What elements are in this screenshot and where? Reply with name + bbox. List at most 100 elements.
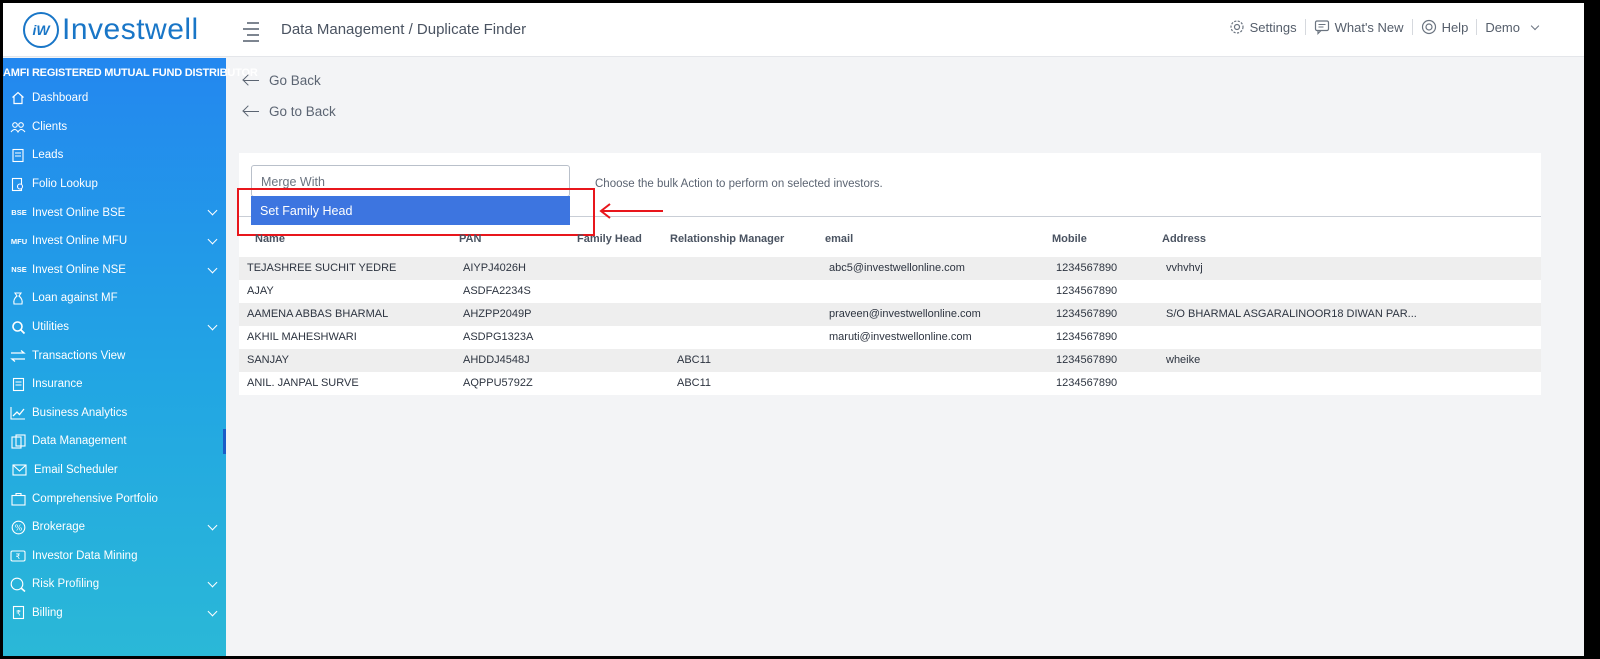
- amfi-tagline: AMFI REGISTERED MUTUAL FUND DISTRIBUTOR: [3, 67, 258, 79]
- investwell-logo[interactable]: iW Investwell: [23, 12, 199, 48]
- sidebar-item-label: Dashboard: [32, 92, 89, 105]
- sidebar-item-brokerage[interactable]: % Brokerage: [3, 513, 226, 542]
- cell-mobile: 1234567890: [1056, 308, 1118, 320]
- menu-toggle-icon[interactable]: [239, 22, 259, 42]
- sidebar-item-label: Invest Online MFU: [32, 235, 128, 248]
- header-actions: Settings What's New Help Demo: [1221, 19, 1546, 35]
- sidebar-item-clients[interactable]: Clients: [3, 113, 226, 142]
- sidebar-item-label: Transactions View: [32, 349, 126, 362]
- cell-email: praveen@investwellonline.com: [829, 308, 981, 320]
- whats-new-button[interactable]: What's New: [1306, 19, 1413, 35]
- risk-icon: [10, 576, 26, 592]
- cell-address: wheike: [1166, 354, 1201, 366]
- cell-mobile: 1234567890: [1056, 354, 1118, 366]
- settings-label: Settings: [1249, 19, 1297, 35]
- column-header-relationship-manager[interactable]: Relationship Manager: [670, 233, 784, 245]
- message-icon: [1314, 20, 1329, 35]
- cell-pan: AHZPP2049P: [463, 308, 532, 320]
- sidebar-item-label: Invest Online NSE: [32, 263, 126, 276]
- nse-icon: NSE: [11, 265, 27, 275]
- svg-text:%: %: [14, 523, 22, 532]
- sidebar-item-label: Risk Profiling: [32, 578, 100, 591]
- cell-pan: AIYPJ4026H: [463, 262, 526, 274]
- sidebar-item-invest-online-mfu[interactable]: MFU Invest Online MFU: [3, 227, 226, 256]
- sidebar: AMFI REGISTERED MUTUAL FUND DISTRIBUTOR …: [3, 58, 258, 656]
- column-header-family-head[interactable]: Family Head: [577, 233, 642, 245]
- column-header-name[interactable]: Name: [255, 233, 285, 245]
- sidebar-item-risk-profiling[interactable]: Risk Profiling: [3, 570, 226, 599]
- sidebar-item-utilities[interactable]: Utilities: [3, 313, 226, 342]
- breadcrumb: Data Management / Duplicate Finder: [281, 21, 527, 38]
- mfu-icon: MFU: [10, 236, 28, 246]
- sidebar-item-label: Investor Data Mining: [32, 549, 138, 562]
- cell-name: SANJAY: [247, 354, 289, 366]
- column-header-pan[interactable]: PAN: [459, 233, 481, 245]
- cell-email: maruti@investwellonline.com: [829, 331, 972, 343]
- leads-icon: [10, 147, 26, 163]
- billing-icon: ₹: [10, 605, 26, 621]
- sidebar-item-data-management[interactable]: Data Management: [3, 427, 226, 456]
- go-to-back-link[interactable]: Go to Back: [243, 104, 336, 119]
- go-back-label: Go Back: [269, 73, 321, 88]
- cell-pan: ASDPG1323A: [463, 331, 534, 343]
- cell-email: abc5@investwellonline.com: [829, 262, 965, 274]
- sidebar-item-transactions-view[interactable]: Transactions View: [3, 341, 226, 370]
- svg-text:₹: ₹: [16, 609, 21, 618]
- svg-text:₹: ₹: [16, 552, 21, 561]
- table-row[interactable]: TEJASHREE SUCHIT YEDRE AIYPJ4026H abc5@i…: [239, 257, 1541, 280]
- sidebar-item-comprehensive-portfolio[interactable]: Comprehensive Portfolio: [3, 484, 226, 513]
- cell-mobile: 1234567890: [1056, 285, 1118, 297]
- sidebar-item-label: Data Management: [32, 435, 127, 448]
- table-row[interactable]: AJAY ASDFA2234S 1234567890: [239, 280, 1541, 303]
- column-header-mobile[interactable]: Mobile: [1052, 233, 1087, 245]
- sidebar-item-leads[interactable]: Leads: [3, 141, 226, 170]
- analytics-icon: [10, 405, 26, 421]
- loan-icon: [10, 290, 26, 306]
- cell-name: TEJASHREE SUCHIT YEDRE: [247, 262, 397, 274]
- logo-mark-icon: iW: [23, 12, 59, 48]
- column-header-address[interactable]: Address: [1162, 233, 1206, 245]
- cell-relationship-manager: ABC11: [677, 377, 712, 389]
- chevron-down-icon: [207, 577, 218, 588]
- column-header-email[interactable]: email: [825, 233, 853, 245]
- sidebar-item-label: Business Analytics: [32, 406, 128, 419]
- sidebar-item-business-analytics[interactable]: Business Analytics: [3, 399, 226, 428]
- cell-mobile: 1234567890: [1056, 377, 1118, 389]
- clients-icon: [10, 119, 26, 135]
- sidebar-item-billing[interactable]: ₹ Billing: [3, 599, 226, 628]
- folio-lookup-icon: [10, 176, 26, 192]
- sidebar-item-investor-data-mining[interactable]: ₹ Investor Data Mining: [3, 542, 226, 571]
- sidebar-item-loan-against-mf[interactable]: Loan against MF: [3, 284, 226, 313]
- table-row[interactable]: AAMENA ABBAS BHARMAL AHZPP2049P praveen@…: [239, 303, 1541, 326]
- help-button[interactable]: Help: [1413, 19, 1478, 35]
- settings-button[interactable]: Settings: [1221, 19, 1306, 35]
- go-back-link[interactable]: Go Back: [243, 73, 321, 88]
- app-window: iW Investwell Data Management / Duplicat…: [3, 3, 1584, 656]
- set-family-head-option[interactable]: Set Family Head: [251, 196, 570, 225]
- sidebar-item-insurance[interactable]: Insurance: [3, 370, 226, 399]
- table-row[interactable]: AKHIL MAHESHWARI ASDPG1323A maruti@inves…: [239, 326, 1541, 349]
- cell-name: AJAY: [247, 285, 274, 297]
- logo-text: Investwell: [62, 13, 199, 46]
- bse-icon: BSE: [11, 208, 27, 218]
- chevron-down-icon: [207, 606, 218, 617]
- help-label: Help: [1441, 19, 1469, 35]
- sidebar-item-dashboard[interactable]: Dashboard: [3, 84, 226, 113]
- bulk-action-select[interactable]: Merge With: [251, 165, 570, 197]
- sidebar-item-label: Clients: [32, 120, 68, 133]
- table-row[interactable]: ANIL. JANPAL SURVE AQPPU5792Z ABC11 1234…: [239, 372, 1541, 395]
- sidebar-item-email-scheduler[interactable]: Email Scheduler: [3, 456, 226, 485]
- sidebar-item-folio-lookup[interactable]: Folio Lookup: [3, 170, 226, 199]
- sidebar-item-label: Billing: [32, 606, 63, 619]
- sidebar-item-label: Utilities: [32, 321, 70, 334]
- sidebar-item-invest-online-nse[interactable]: NSE Invest Online NSE: [3, 256, 226, 285]
- cell-name: AKHIL MAHESHWARI: [247, 331, 357, 343]
- user-menu[interactable]: Demo: [1477, 20, 1546, 35]
- user-name: Demo: [1485, 19, 1520, 35]
- data-mining-icon: ₹: [10, 548, 26, 564]
- sidebar-item-invest-online-bse[interactable]: BSE Invest Online BSE: [3, 198, 226, 227]
- table-row[interactable]: SANJAY AHDDJ4548J ABC11 1234567890 wheik…: [239, 349, 1541, 372]
- cell-pan: ASDFA2234S: [463, 285, 531, 297]
- cell-mobile: 1234567890: [1056, 262, 1118, 274]
- annotation-arrow-icon: [599, 203, 663, 219]
